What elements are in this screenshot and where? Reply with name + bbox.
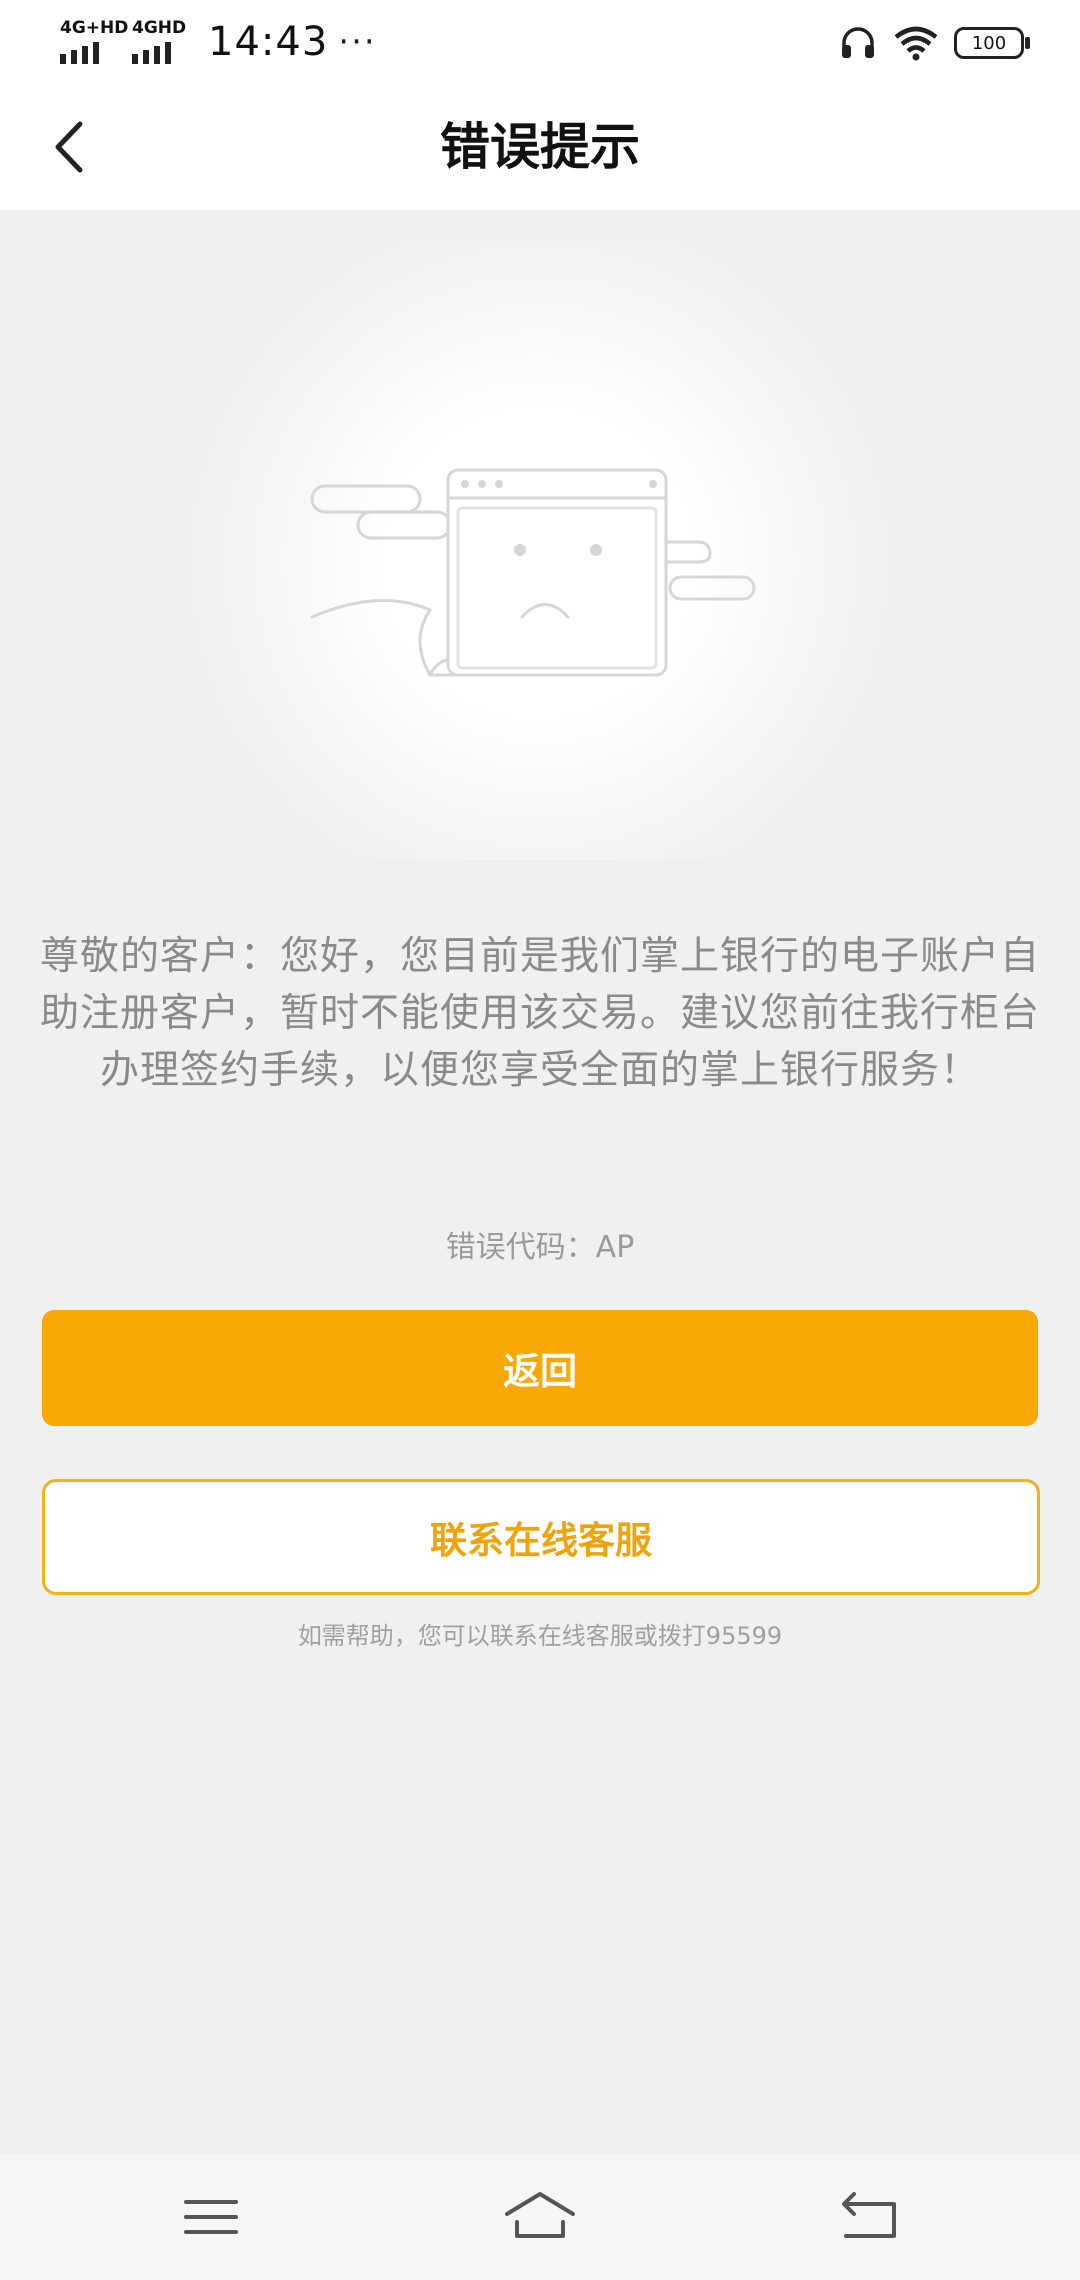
battery-icon: 100 <box>954 27 1030 59</box>
page-title: 错误提示 <box>440 118 640 176</box>
error-code: 错误代码：AP <box>445 1230 635 1265</box>
status-bar-right: 100 <box>838 18 1030 68</box>
wifi-icon <box>894 26 938 61</box>
contact-service-button[interactable]: 联系在线客服 <box>42 1479 1040 1595</box>
return-icon <box>842 2192 896 2238</box>
sad-browser-window-illustration <box>310 468 756 677</box>
more-notifications-icon: ··· <box>338 22 377 62</box>
menu-button[interactable] <box>166 2182 256 2252</box>
error-message: 尊敬的客户：您好，您目前是我们掌上银行的电子账户自助注册客户，暂时不能使用该交易… <box>40 934 1041 1093</box>
menu-icon <box>184 2200 238 2234</box>
return-button[interactable] <box>824 2182 914 2252</box>
status-bar: 4G+HD 4GHD 14:43 ··· 100 <box>0 0 1080 84</box>
headset-icon <box>842 27 874 58</box>
signal-icon-2: 4GHD <box>130 14 194 70</box>
header: 错误提示 <box>0 84 1080 210</box>
back-button[interactable] <box>40 112 110 182</box>
signal-icon: 4G+HD <box>58 14 128 70</box>
help-text: 如需帮助，您可以联系在线客服或拨打95599 <box>297 1622 783 1650</box>
network-label-1: 4G+HD <box>60 18 129 38</box>
battery-level: 100 <box>971 32 1007 54</box>
chevron-left-icon <box>55 121 83 173</box>
system-navigation-bar <box>0 2154 1080 2280</box>
back-action-button[interactable]: 返回 <box>42 1310 1038 1426</box>
network-label-2: 4GHD <box>132 18 187 38</box>
home-button[interactable] <box>495 2182 585 2252</box>
home-icon <box>505 2192 575 2238</box>
status-bar-left: 4G+HD 4GHD 14:43 ··· <box>58 14 377 70</box>
clock: 14:43 <box>208 19 329 65</box>
